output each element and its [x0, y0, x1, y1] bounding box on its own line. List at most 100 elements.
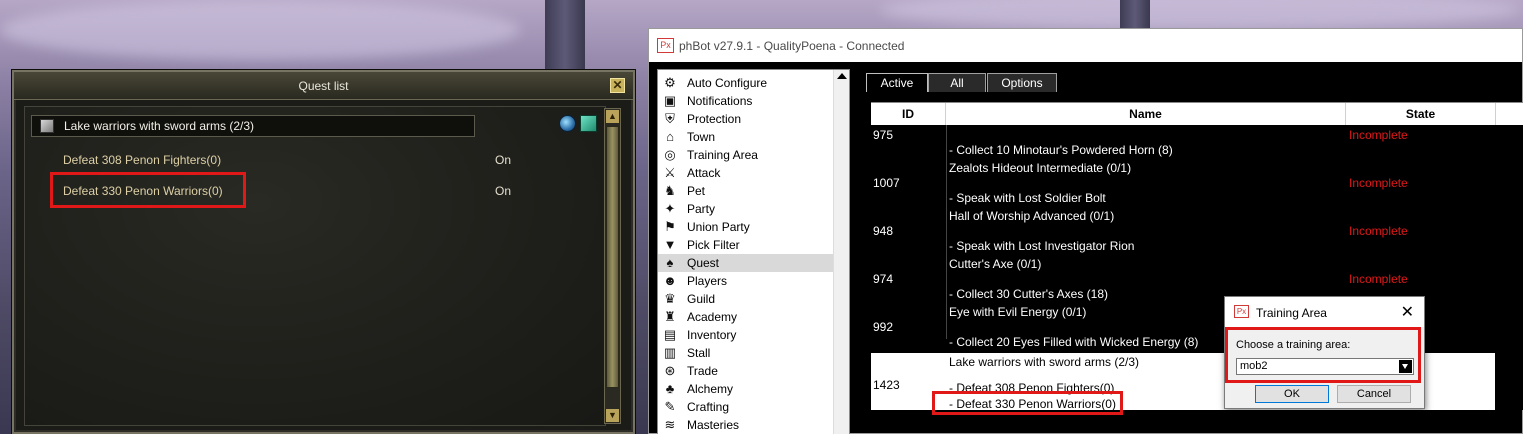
background-tower: [545, 0, 585, 80]
nav-item-union-party[interactable]: ⚑ Union Party: [658, 218, 834, 236]
row-line: - Collect 10 Minotaur's Powdered Horn (8…: [949, 143, 1173, 157]
scroll-down-arrow-icon[interactable]: ▼: [606, 409, 619, 422]
nav-item-protection[interactable]: ⛨ Protection: [658, 110, 834, 128]
close-icon[interactable]: ✕: [1401, 302, 1414, 322]
bell-icon: ▣: [663, 93, 677, 108]
quest-checkbox[interactable]: [40, 119, 54, 133]
nav-item-training-area[interactable]: ◎ Training Area: [658, 146, 834, 164]
nav-item-pick-filter[interactable]: ▼ Pick Filter: [658, 236, 834, 254]
table-header: ID Name State: [871, 103, 1523, 125]
quest-objective-1: Defeat 308 Penon Fighters(0): [63, 153, 222, 167]
nav-label: Notifications: [687, 94, 753, 108]
row-id: 992: [873, 320, 894, 334]
nav-item-quest[interactable]: ♠ Quest: [658, 254, 834, 272]
nav-item-auto-configure[interactable]: ⚙ Auto Configure: [658, 74, 834, 92]
quest-list-window: Quest list ✕ Lake warriors with sword ar…: [12, 70, 635, 434]
ok-button[interactable]: OK: [1255, 385, 1329, 403]
row-line: Cutter's Axe (0/1): [949, 257, 1042, 271]
row-id: 948: [873, 224, 894, 238]
players-icon: ☻: [663, 273, 677, 288]
nav-label: Protection: [687, 112, 742, 126]
nav-item-academy[interactable]: ♜ Academy: [658, 308, 834, 326]
dialog-titlebar: Px Training Area ✕: [1225, 297, 1424, 327]
union-icon: ⚑: [664, 219, 676, 234]
quest-header-name: Lake warriors with sword arms (2/3): [64, 119, 255, 133]
scroll-up-arrow-icon[interactable]: ▲: [606, 110, 619, 123]
quest-table: ID Name State 975 Incomplete - Collect 1…: [871, 102, 1523, 410]
row-id: 1423: [873, 378, 900, 392]
scroll-up-arrow-icon[interactable]: [837, 73, 847, 79]
nav-item-attack[interactable]: ⚔ Attack: [658, 164, 834, 182]
nav-label: Training Area: [687, 148, 758, 162]
nav-item-pet[interactable]: ♞ Pet: [658, 182, 834, 200]
nav-label: Auto Configure: [687, 76, 768, 90]
row-line: Eye with Evil Energy (0/1): [949, 305, 1087, 319]
phbot-titlebar: Px phBot v27.9.1 - QualityPoena - Connec…: [649, 29, 1522, 62]
nav-label: Guild: [687, 292, 716, 306]
quest-list-title: Quest list: [14, 72, 633, 100]
row-line: Hall of Worship Advanced (0/1): [949, 209, 1115, 223]
nav-label: Pet: [687, 184, 706, 198]
nav-label: Stall: [687, 346, 711, 360]
inventory-icon: ▤: [663, 327, 677, 342]
nav-item-notifications[interactable]: ▣ Notifications: [658, 92, 834, 110]
filter-icon: ▼: [663, 237, 677, 252]
nav-label: Alchemy: [687, 382, 734, 396]
crafting-icon: ✎: [664, 399, 676, 414]
nav-item-town[interactable]: ⌂ Town: [658, 128, 834, 146]
column-header-state[interactable]: State: [1346, 103, 1496, 125]
quest-list-scrollbar[interactable]: ▲ ▼: [604, 108, 621, 424]
scroll-thumb[interactable]: [606, 126, 619, 388]
trade-icon: ⊛: [664, 363, 676, 378]
nav-item-trade[interactable]: ⊛ Trade: [658, 362, 834, 380]
background-tower: [1120, 0, 1150, 28]
background-cloud: [880, 0, 1520, 30]
tab-options[interactable]: Options: [987, 73, 1057, 92]
gear-icon: ⚙: [664, 75, 676, 90]
quest-header-row[interactable]: Lake warriors with sword arms (2/3): [31, 115, 475, 137]
party-icon: ✦: [664, 201, 676, 216]
tab-all[interactable]: All: [928, 73, 986, 92]
town-icon: ⌂: [666, 129, 674, 144]
nav-item-masteries[interactable]: ≋ Masteries: [658, 416, 834, 434]
stall-icon: ▥: [663, 345, 677, 360]
nav-item-players[interactable]: ☻ Players: [658, 272, 834, 290]
nav-label: Pick Filter: [687, 238, 740, 252]
phbot-title: phBot v27.9.1 - QualityPoena - Connected: [679, 39, 905, 53]
highlight-box-quest-objective: [50, 172, 246, 208]
quest-list-close-button[interactable]: ✕: [610, 78, 625, 93]
cancel-button[interactable]: Cancel: [1337, 385, 1411, 403]
nav-item-crafting[interactable]: ✎ Crafting: [658, 398, 834, 416]
highlight-box-training-area: [1225, 327, 1421, 383]
nav-label: Inventory: [687, 328, 737, 342]
row-line: Lake warriors with sword arms (2/3): [949, 355, 1140, 369]
sword-icon: ⚔: [664, 165, 676, 180]
row-id: 975: [873, 128, 894, 142]
nav-item-guild[interactable]: ♛ Guild: [658, 290, 834, 308]
quest-objective-1-state: On: [495, 153, 512, 167]
column-divider: [946, 125, 947, 339]
tab-active[interactable]: Active: [866, 73, 928, 92]
row-line: - Speak with Lost Soldier Bolt: [949, 191, 1106, 205]
nav-item-party[interactable]: ✦ Party: [658, 200, 834, 218]
quest-book-icon[interactable]: [580, 115, 597, 132]
nav-label: Masteries: [687, 418, 740, 432]
column-header-id[interactable]: ID: [871, 103, 946, 125]
background-cloud: [0, 0, 520, 60]
nav-item-inventory[interactable]: ▤ Inventory: [658, 326, 834, 344]
nav-scrollbar[interactable]: [833, 70, 849, 434]
guild-icon: ♛: [664, 291, 676, 306]
globe-icon[interactable]: [559, 115, 576, 132]
row-state: Incomplete: [1349, 128, 1408, 142]
phbot-nav-list: ⚙ Auto Configure ▣ Notifications ⛨ Protecti…: [657, 69, 850, 434]
nav-item-stall[interactable]: ▥ Stall: [658, 344, 834, 362]
pet-icon: ♞: [664, 183, 676, 198]
nav-label: Trade: [687, 364, 718, 378]
quest-objective-2-state: On: [495, 184, 512, 198]
nav-item-alchemy[interactable]: ♣ Alchemy: [658, 380, 834, 398]
row-line: Zealots Hideout Intermediate (0/1): [949, 161, 1132, 175]
column-header-name[interactable]: Name: [946, 103, 1346, 125]
nav-label: Attack: [687, 166, 721, 180]
nav-label: Quest: [687, 256, 720, 270]
academy-icon: ♜: [664, 309, 676, 324]
